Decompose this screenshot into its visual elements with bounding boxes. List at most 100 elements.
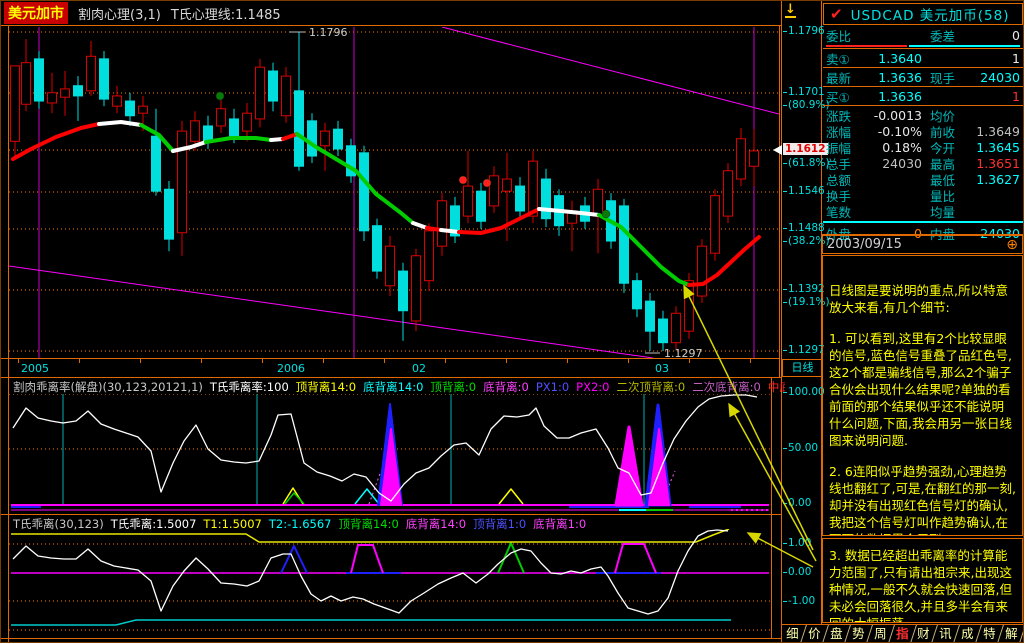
axis-label: 1.1701 <box>783 86 825 98</box>
note-box-2: 3. 数据已经超出乖离率的计算能力范围了,只有请出祖宗来,出现这种情况,一般不久… <box>822 538 1023 623</box>
indicator-param: T氏乖离率:100 <box>210 380 289 394</box>
indicator-param: 割肉乖离率(解盘)(30,123,20121,1) <box>13 380 203 394</box>
axis-tick <box>628 359 629 363</box>
axis-tick <box>689 359 690 363</box>
quote-value: 1 <box>972 51 1020 66</box>
indicator-param: PX1:0 <box>536 380 569 394</box>
mid-indicator-plot[interactable] <box>9 394 771 513</box>
quote-value: -0.10% <box>862 124 922 139</box>
note-paragraph: 3. 数据已经超出乖离率的计算能力范围了,只有请出祖宗来,出现这种情况,一般不久… <box>829 547 1016 623</box>
x-axis-label: 02 <box>412 362 426 375</box>
axis-tick <box>567 359 568 363</box>
tab-解[interactable]: 解 <box>998 625 1024 643</box>
quote-value: 1.3636 <box>862 89 922 104</box>
indicator-value: T氏心理线:1.1485 <box>171 4 281 23</box>
quote-value: 24030 <box>972 70 1020 85</box>
trading-terminal-window: 美元加市 割肉心理(3,1) T氏心理线:1.1485 1.1796 1.1297… <box>0 0 1024 643</box>
mid-indicator-header: 割肉乖离率(解盘)(30,123,20121,1) T氏乖离率:100 顶背离14:… <box>9 379 785 394</box>
date-row: 2003/09/15 ⊕ <box>822 235 1023 254</box>
axis-label: 1.1488 <box>783 222 825 234</box>
quote-value: 0.18% <box>862 140 922 155</box>
quote-value: 1.3649 <box>972 124 1020 139</box>
indicator-param: PX2:0 <box>576 380 609 394</box>
quote-value: 0 <box>972 28 1020 43</box>
quote-header: ✔ USDCAD 美元加币(58) <box>823 3 1023 25</box>
bottom-tab-bar: 细价盘势周指财讯成特解 <box>782 624 1023 643</box>
quote-label: 笔数 <box>826 202 862 221</box>
quote-row: 委比 委差0 <box>823 27 1023 43</box>
quote-value: 1.3640 <box>862 51 922 66</box>
price-pointer-icon <box>773 145 782 155</box>
axis-tick <box>18 359 19 363</box>
axis-tick <box>262 359 263 363</box>
quote-label: 均量 <box>922 202 972 221</box>
axis-tick <box>323 359 324 363</box>
symbol-title: USDCAD 美元加币(58) <box>851 4 1010 24</box>
x-axis-label: 2005 <box>21 362 49 375</box>
quote-value: 1.3645 <box>972 140 1020 155</box>
quote-label: 委比 <box>826 26 862 45</box>
axis-label: 0.00 <box>783 497 811 509</box>
indicator-param: 底背离:0 <box>483 380 529 394</box>
crosshair-icon[interactable]: ⊕ <box>1006 237 1018 253</box>
main-chart-plot[interactable]: 1.1796 1.1297 <box>9 27 779 358</box>
quote-row: 买①1.3636 1 <box>823 88 1023 104</box>
axis-label: 100.00 <box>783 386 825 398</box>
x-axis-label: 2006 <box>277 362 305 375</box>
date-label: 2003/09/15 <box>827 237 902 252</box>
axis-tick <box>201 359 202 363</box>
quote-label: 现手 <box>922 68 972 87</box>
svg-text:1.1297: 1.1297 <box>664 347 703 358</box>
title-bar: 美元加市 割肉心理(3,1) T氏心理线:1.1485 <box>1 1 784 25</box>
note-paragraph: 2. 6连阳似乎趋势强劲,心理趋势线也翻红了,可是,在翻红的那一刻,却并没有出现… <box>829 463 1016 536</box>
axis-label: -1.00 <box>783 595 815 607</box>
indicator-name: 割肉心理(3,1) <box>78 4 161 23</box>
axis-tick <box>384 359 385 363</box>
indicator-param: 二次顶背离:0 <box>616 380 685 394</box>
quote-value: 1.3627 <box>972 172 1020 187</box>
check-icon: ✔ <box>830 5 843 23</box>
symbol-name: 美元加市 <box>4 2 68 24</box>
quote-row: 卖①1.3640 1 <box>823 50 1023 66</box>
current-price-label: 1.1612 <box>783 143 828 155</box>
axis-label: 0.00 <box>783 566 811 578</box>
quote-value: 1.3636 <box>862 70 922 85</box>
x-axis: 2005 2006 02 03 <box>9 359 779 377</box>
note-paragraph: 日线图是要说明的重点,所以特意放大来看,有几个细节: <box>829 282 1016 316</box>
axis-label: 1.00 <box>783 537 811 549</box>
indicator-param: 顶背离:0 <box>430 380 476 394</box>
quote-value: 1.3651 <box>972 156 1020 171</box>
bottom-indicator-header: T氏乖离(30,123)T氏乖离:1.5007T1:1.5007T2:-1.65… <box>9 516 785 530</box>
axis-label: 1.1796 <box>783 25 825 37</box>
indicator-param: 二次底背离:0 <box>692 380 761 394</box>
quote-table: 委比委差0卖①1.36401最新1.3636现手24030买①1.36361涨跌… <box>823 27 1023 233</box>
axis-tick <box>79 359 80 363</box>
quote-row: 笔数 均量 <box>823 203 1023 219</box>
bid-ask-ratio-bar <box>826 44 1020 47</box>
axis-label: 1.1546 <box>783 185 825 197</box>
indicator-param: 顶背离14:0 <box>296 380 356 394</box>
quote-row: 最新1.3636现手24030 <box>823 69 1023 85</box>
axis-tick <box>506 359 507 363</box>
quote-value: 1 <box>972 89 1020 104</box>
note-box-1: 日线图是要说明的重点,所以特意放大来看,有几个细节: 1. 可以看到,这里有2个比… <box>822 255 1023 536</box>
axis-tick <box>750 359 751 363</box>
quote-label: 卖① <box>826 49 862 68</box>
note-paragraph: 1. 可以看到,这里有2个比较显眼的信号,蓝色信号重叠了品红色号,这2个都是骗线… <box>829 330 1016 449</box>
bias-indicator-chart <box>9 394 771 513</box>
axis-tick <box>140 359 141 363</box>
axis-label: 50.00 <box>783 442 818 454</box>
axis-tick <box>445 359 446 363</box>
quote-value: -0.0013 <box>862 108 922 123</box>
candlestick-chart: 1.1796 1.1297 <box>9 27 779 358</box>
svg-text:1.1796: 1.1796 <box>309 27 348 39</box>
bottom-indicator-plot[interactable] <box>9 529 771 638</box>
axis-label: 1.1297 <box>783 344 825 356</box>
x-axis-label: 03 <box>655 362 669 375</box>
scroll-down-icon[interactable]: ↓ <box>785 3 796 18</box>
t-bias-indicator-chart <box>9 529 771 638</box>
quote-label: 委差 <box>922 26 972 45</box>
quote-label: 买① <box>826 87 862 106</box>
price-axis-column: ↓ 1.17961.1701(80.9%)1.1612(61.8%)1.1546… <box>781 1 823 643</box>
quote-value: 24030 <box>862 156 922 171</box>
